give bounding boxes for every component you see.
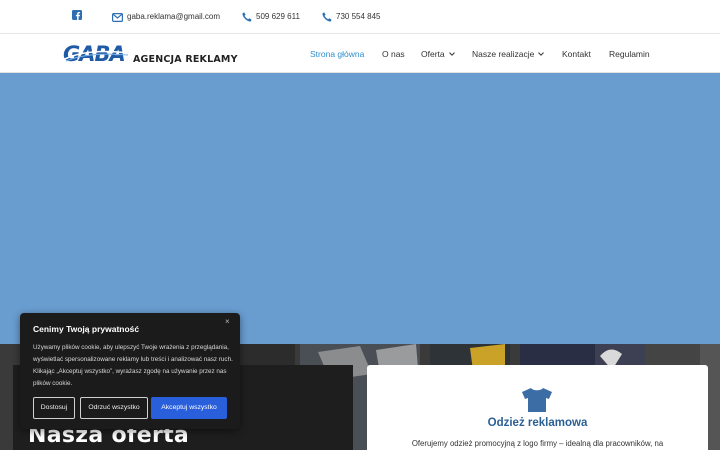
top-contact-bar: gaba.reklama@gmail.com 509 629 611 730 5… xyxy=(0,0,720,34)
email-link[interactable]: gaba.reklama@gmail.com xyxy=(112,10,220,24)
offer-card-text: Oferujemy odzież promocyjną z logo firmy… xyxy=(411,439,664,448)
offer-card-clothing[interactable]: Odzież reklamowa Oferujemy odzież promoc… xyxy=(367,365,708,450)
facebook-link[interactable] xyxy=(72,10,82,20)
email-text: gaba.reklama@gmail.com xyxy=(127,12,221,21)
nav-item-label: Nasze realizacje xyxy=(472,49,535,59)
chevron-down-icon xyxy=(538,52,545,56)
main-nav: Strona główna O nas Oferta Nasze realiza… xyxy=(0,48,720,62)
nav-item-terms[interactable]: Regulamin xyxy=(609,48,650,60)
nav-item-projects[interactable]: Nasze realizacje xyxy=(472,48,545,60)
site-header: GABA AGENCJA REKLAMY Strona główna O nas… xyxy=(0,35,720,73)
reject-all-button[interactable]: Odrzuć wszystko xyxy=(80,397,148,419)
nav-item-offer[interactable]: Oferta xyxy=(421,48,455,60)
phone2-text: 730 554 845 xyxy=(336,12,381,21)
nav-item-contact[interactable]: Kontakt xyxy=(562,48,591,60)
chevron-down-icon xyxy=(448,52,455,56)
phone1-link[interactable]: 509 629 611 xyxy=(242,10,300,24)
tshirt-icon xyxy=(522,388,552,412)
nav-item-label: Regulamin xyxy=(609,49,650,59)
accept-all-button[interactable]: Akceptuj wszystko xyxy=(151,397,227,419)
close-icon[interactable]: × xyxy=(225,317,230,327)
envelope-icon xyxy=(112,12,123,22)
phone1-text: 509 629 611 xyxy=(256,12,300,21)
nav-item-label: Kontakt xyxy=(562,49,591,59)
nav-item-label: Oferta xyxy=(421,49,445,59)
phone2-link[interactable]: 730 554 845 xyxy=(322,10,381,24)
nav-item-label: O nas xyxy=(382,49,405,59)
cookie-title: Cenimy Twoją prywatność xyxy=(33,324,140,334)
nav-item-label: Strona główna xyxy=(310,49,365,59)
cookie-description: Używamy plików cookie, aby ulepszyć Twoj… xyxy=(33,344,233,387)
offer-card-title: Odzież reklamowa xyxy=(487,417,588,429)
phone-icon xyxy=(322,12,332,22)
phone-icon xyxy=(242,12,252,22)
customize-button[interactable]: Dostosuj xyxy=(33,397,75,419)
hero-banner xyxy=(0,73,720,344)
nav-item-home[interactable]: Strona główna xyxy=(310,48,364,60)
cookie-consent-dialog: × Cenimy Twoją prywatność Używamy plików… xyxy=(20,313,240,429)
facebook-icon xyxy=(72,10,82,20)
nav-item-about[interactable]: O nas xyxy=(382,48,405,60)
